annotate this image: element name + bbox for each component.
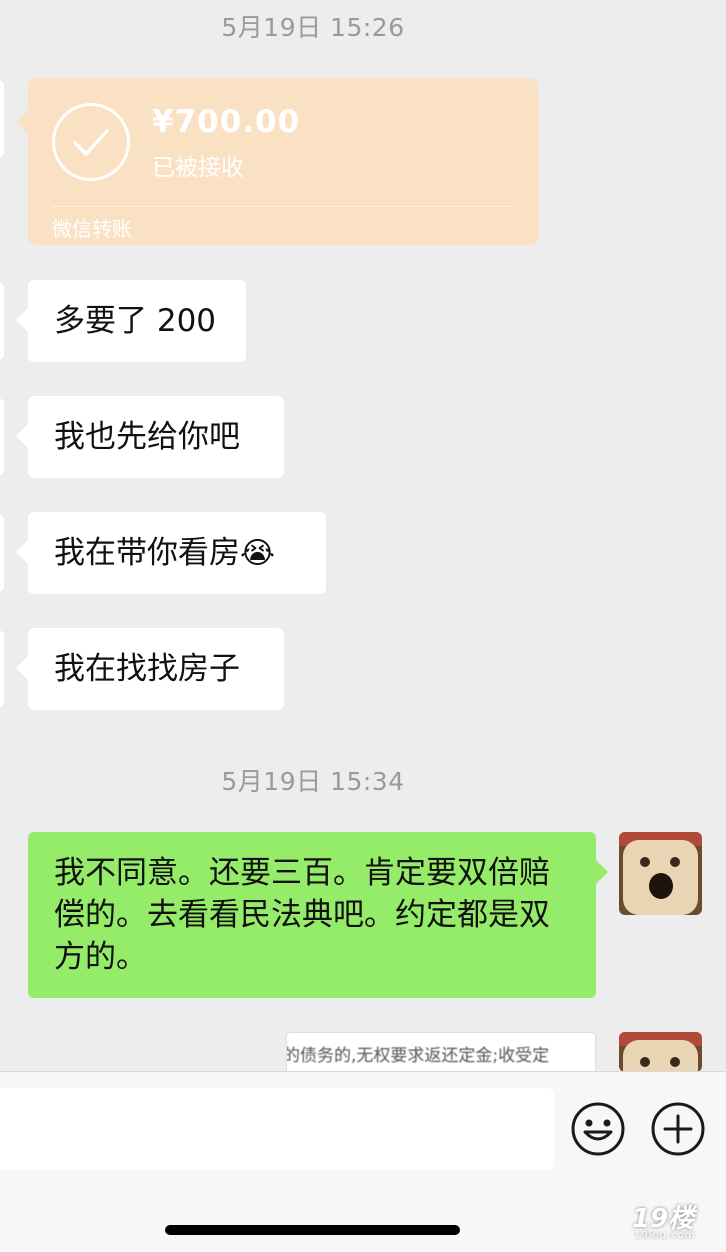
more-button[interactable] xyxy=(650,1101,706,1157)
smiley-icon xyxy=(571,1102,625,1156)
message-text: 我不同意。还要三百。肯定要双倍赔偿的。去看看民法典吧。约定都是双方的。 xyxy=(54,855,550,975)
timestamp: 5月19日 15:26 xyxy=(221,13,405,42)
crying-face-emoji-icon: 😭 xyxy=(240,536,276,571)
divider xyxy=(52,206,512,207)
message-text: 我也先给你吧 xyxy=(54,419,240,455)
transfer-label: 微信转账 xyxy=(52,217,132,241)
timestamp: 5月19日 15:34 xyxy=(221,767,405,796)
peer-avatar[interactable] xyxy=(0,514,4,592)
toast-face-avatar-icon xyxy=(619,1032,702,1072)
message-text: 我在带你看房 xyxy=(54,535,240,571)
check-circle-icon xyxy=(52,103,130,181)
transfer-card[interactable]: ¥700.00 已被接收 微信转账 xyxy=(16,78,538,245)
message-text: 多要了 200 xyxy=(54,303,217,339)
peer-avatar[interactable] xyxy=(0,282,4,360)
check-icon xyxy=(73,129,109,156)
emoji-button[interactable] xyxy=(570,1101,626,1157)
watermark-subtext: 19lou.com xyxy=(634,1230,696,1241)
plus-circle-icon xyxy=(651,1102,705,1156)
watermark-logo: 19楼 19lou.com xyxy=(632,1198,695,1241)
message-text: 我在找找房子 xyxy=(54,651,240,687)
image-message[interactable]: 的债务的,无权要求返还定金;收受定 xyxy=(286,1032,596,1072)
message-bubble-outgoing[interactable]: 我不同意。还要三百。肯定要双倍赔偿的。去看看民法典吧。约定都是双方的。 xyxy=(28,832,608,998)
message-bubble-incoming[interactable]: 我也先给你吧 xyxy=(16,396,284,478)
home-indicator[interactable] xyxy=(165,1225,460,1235)
message-bubble-incoming[interactable]: 我在找找房子 xyxy=(16,628,284,710)
toast-face-avatar-icon xyxy=(619,832,702,915)
self-avatar[interactable] xyxy=(619,832,702,915)
transfer-status: 已被接收 xyxy=(152,155,244,181)
peer-avatar[interactable] xyxy=(0,398,4,476)
peer-avatar[interactable] xyxy=(0,630,4,708)
message-bubble-incoming[interactable]: 我在带你看房😭 xyxy=(16,512,326,594)
image-preview-text: 的债务的,无权要求返还定金;收受定 xyxy=(286,1046,550,1066)
transfer-amount: ¥700.00 xyxy=(152,104,301,140)
self-avatar[interactable] xyxy=(619,1032,702,1072)
message-bubble-incoming[interactable]: 多要了 200 xyxy=(16,280,246,362)
message-input[interactable] xyxy=(0,1088,554,1170)
peer-avatar[interactable] xyxy=(0,80,4,158)
